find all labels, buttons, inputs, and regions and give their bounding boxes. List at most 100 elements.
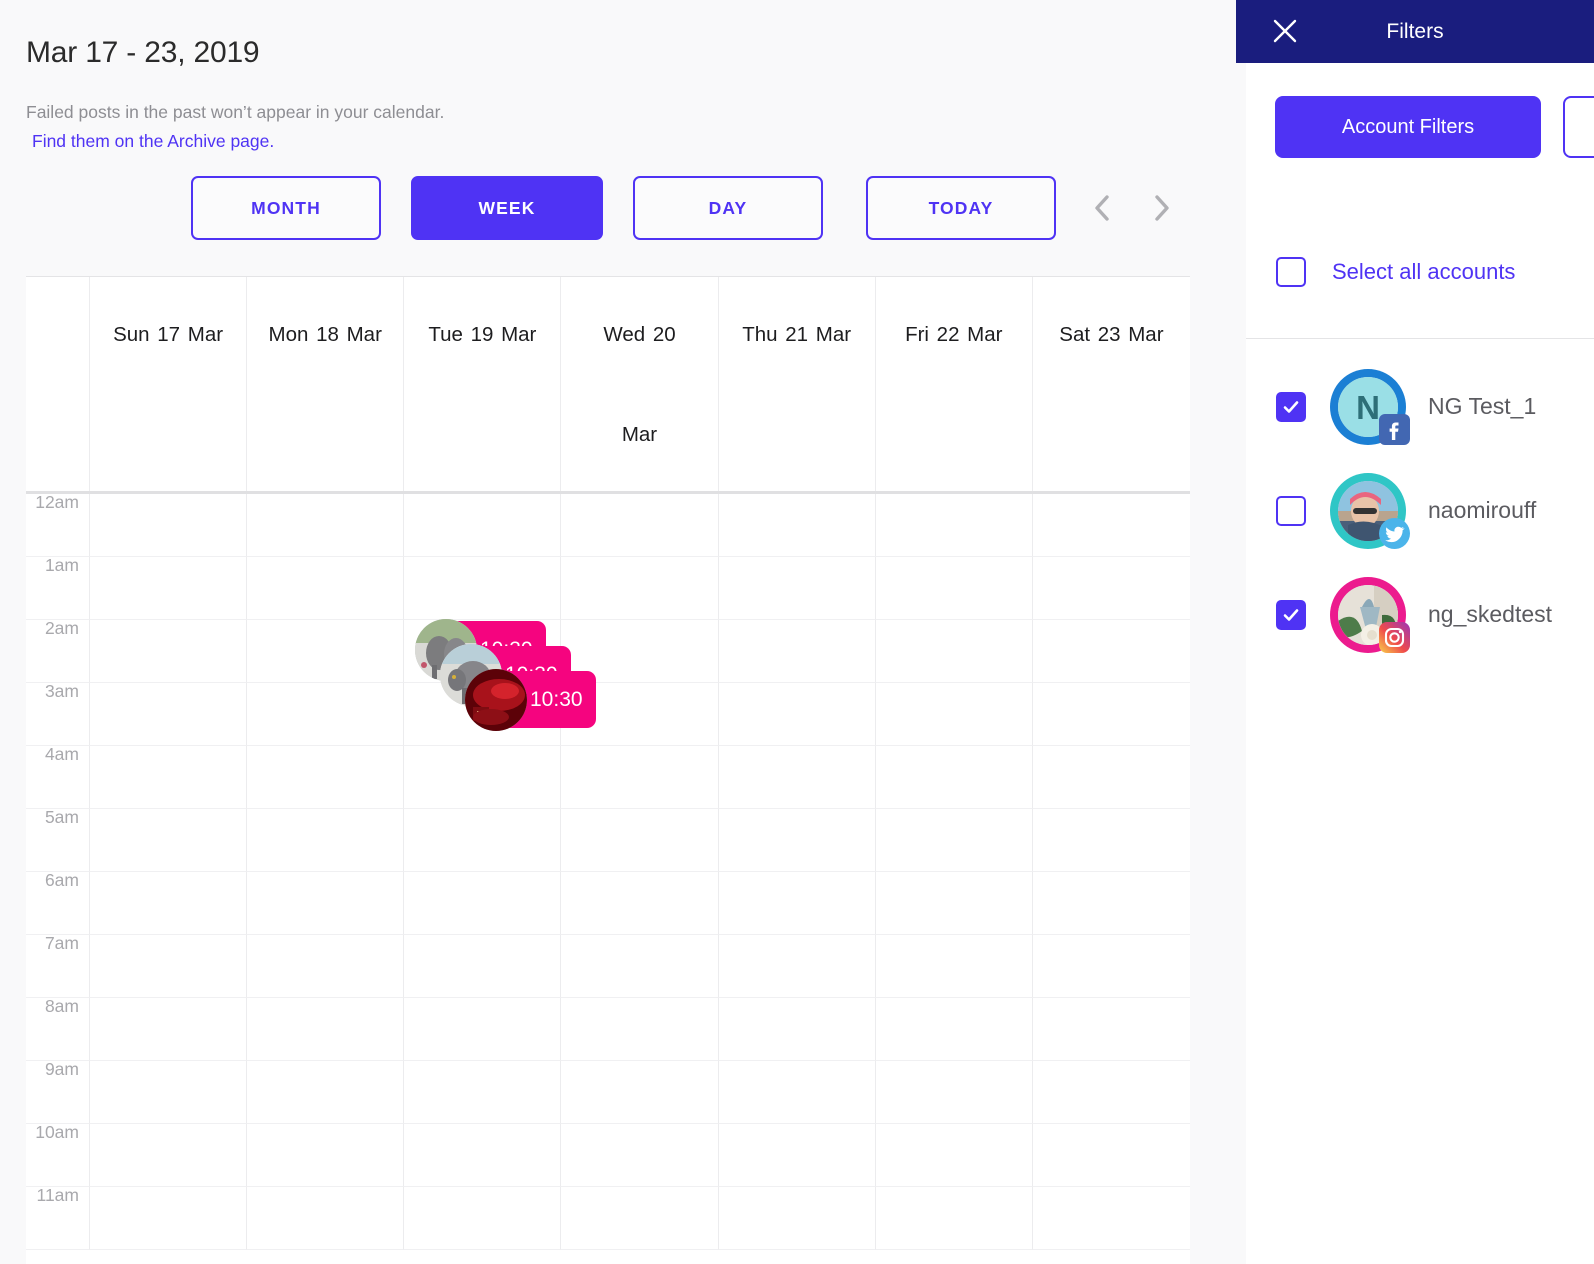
calendar-slot[interactable] <box>404 935 562 998</box>
calendar-slot[interactable] <box>875 683 1033 746</box>
account-name: ng_skedtest <box>1428 601 1553 627</box>
calendar-slot[interactable] <box>718 683 876 746</box>
calendar-slot[interactable] <box>561 1061 719 1124</box>
calendar-slot[interactable] <box>247 872 405 935</box>
calendar-slot[interactable] <box>875 620 1033 683</box>
calendar-slot[interactable] <box>404 872 562 935</box>
calendar-slot[interactable] <box>247 1061 405 1124</box>
view-button-today[interactable]: TODAY <box>866 176 1056 240</box>
calendar-slot[interactable] <box>875 809 1033 872</box>
calendar-slot[interactable] <box>404 1061 562 1124</box>
calendar-slot[interactable] <box>718 809 876 872</box>
calendar-slot[interactable] <box>90 620 248 683</box>
calendar-slot[interactable] <box>404 1187 562 1250</box>
calendar-slot[interactable] <box>90 1061 248 1124</box>
calendar-slot[interactable] <box>718 620 876 683</box>
calendar-slot[interactable] <box>1032 746 1190 809</box>
calendar-slot[interactable] <box>718 746 876 809</box>
calendar-slot[interactable] <box>1032 809 1190 872</box>
calendar-slot[interactable] <box>561 494 719 557</box>
view-button-day[interactable]: DAY <box>633 176 823 240</box>
calendar-slot[interactable] <box>247 494 405 557</box>
calendar-slot[interactable] <box>718 935 876 998</box>
calendar-slot[interactable] <box>1032 1124 1190 1187</box>
calendar-slot[interactable] <box>404 557 562 620</box>
calendar-slot[interactable] <box>561 998 719 1061</box>
calendar-slot[interactable] <box>90 935 248 998</box>
calendar-slot[interactable] <box>1032 683 1190 746</box>
calendar-slot[interactable] <box>718 557 876 620</box>
calendar-slot[interactable] <box>875 1124 1033 1187</box>
calendar-slot[interactable] <box>875 872 1033 935</box>
calendar-slot[interactable] <box>875 1061 1033 1124</box>
calendar-slot[interactable] <box>561 935 719 998</box>
calendar-slot[interactable] <box>404 998 562 1061</box>
calendar-slot[interactable] <box>90 998 248 1061</box>
select-all-checkbox[interactable] <box>1276 257 1306 287</box>
calendar-slot[interactable] <box>90 683 248 746</box>
account-row[interactable]: naomirouff <box>1246 459 1594 562</box>
calendar-slot[interactable] <box>718 998 876 1061</box>
calendar-slot[interactable] <box>875 746 1033 809</box>
account-filters-button[interactable]: Account Filters <box>1275 96 1541 158</box>
calendar-slot[interactable] <box>404 746 562 809</box>
calendar-slot[interactable] <box>90 809 248 872</box>
calendar-slot[interactable] <box>718 1061 876 1124</box>
calendar-slot[interactable] <box>90 1187 248 1250</box>
calendar-slot[interactable] <box>875 1187 1033 1250</box>
calendar-slot[interactable] <box>247 1124 405 1187</box>
select-all-accounts-label[interactable]: Select all accounts <box>1332 259 1515 285</box>
calendar-slot[interactable] <box>247 998 405 1061</box>
calendar-slot[interactable] <box>561 809 719 872</box>
calendar-slot[interactable] <box>404 494 562 557</box>
calendar-slot[interactable] <box>718 494 876 557</box>
calendar-slot[interactable] <box>718 872 876 935</box>
calendar-slot[interactable] <box>90 872 248 935</box>
select-all-accounts-row[interactable]: Select all accounts <box>1246 206 1594 339</box>
calendar-slot[interactable] <box>90 746 248 809</box>
calendar-slot[interactable] <box>561 1124 719 1187</box>
calendar-slot[interactable] <box>90 557 248 620</box>
calendar-slot[interactable] <box>1032 557 1190 620</box>
calendar-slot[interactable] <box>90 1124 248 1187</box>
calendar-slot[interactable] <box>561 1187 719 1250</box>
calendar-slot[interactable] <box>404 1124 562 1187</box>
calendar-slot[interactable] <box>718 1124 876 1187</box>
archive-page-link[interactable]: Find them on the Archive page. <box>32 127 444 156</box>
calendar-slot[interactable] <box>1032 998 1190 1061</box>
calendar-slot[interactable] <box>247 557 405 620</box>
calendar-slot[interactable] <box>1032 494 1190 557</box>
calendar-slot[interactable] <box>561 872 719 935</box>
calendar-slot[interactable] <box>718 1187 876 1250</box>
view-button-month[interactable]: MONTH <box>191 176 381 240</box>
calendar-slot[interactable] <box>247 620 405 683</box>
calendar-slot[interactable] <box>875 557 1033 620</box>
calendar-slot[interactable] <box>1032 872 1190 935</box>
chevron-left-icon[interactable] <box>1084 190 1120 226</box>
calendar-slot[interactable] <box>90 494 248 557</box>
other-filters-button[interactable]: Other Filters <box>1563 96 1594 158</box>
account-row[interactable]: N NG Test_1 <box>1246 355 1594 458</box>
account-checkbox[interactable] <box>1276 495 1306 526</box>
calendar-slot[interactable] <box>404 809 562 872</box>
view-button-week[interactable]: WEEK <box>411 176 603 240</box>
calendar-slot[interactable] <box>1032 620 1190 683</box>
calendar-slot[interactable] <box>247 809 405 872</box>
account-checkbox[interactable] <box>1276 599 1306 630</box>
event-chip[interactable]: 10:30 <box>465 669 596 731</box>
calendar-slot[interactable] <box>561 746 719 809</box>
calendar-slot[interactable] <box>1032 1187 1190 1250</box>
calendar-slot[interactable] <box>247 1187 405 1250</box>
account-row[interactable]: ng_skedtest <box>1246 563 1594 666</box>
chevron-right-icon[interactable] <box>1144 190 1180 226</box>
calendar-slot[interactable] <box>561 557 719 620</box>
calendar-slot[interactable] <box>875 998 1033 1061</box>
calendar-slot[interactable] <box>1032 1061 1190 1124</box>
calendar-slot[interactable] <box>875 935 1033 998</box>
calendar-slot[interactable] <box>247 683 405 746</box>
calendar-slot[interactable] <box>875 494 1033 557</box>
calendar-slot[interactable] <box>1032 935 1190 998</box>
calendar-slot[interactable] <box>247 746 405 809</box>
calendar-slot[interactable] <box>247 935 405 998</box>
account-checkbox[interactable] <box>1276 391 1306 422</box>
